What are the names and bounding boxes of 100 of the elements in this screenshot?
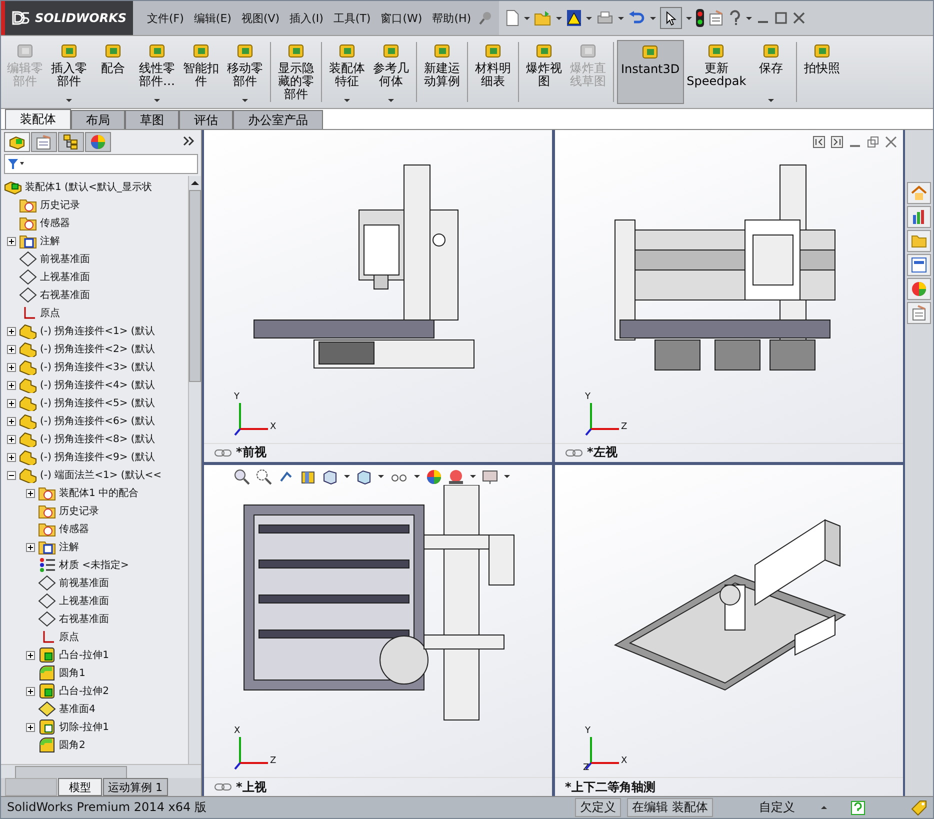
monitor-icon[interactable] — [482, 468, 498, 484]
select-button[interactable] — [660, 7, 682, 29]
command-tab[interactable]: 办公室产品 — [233, 110, 323, 129]
tree-item[interactable]: 材质 <未指定> — [59, 558, 129, 572]
tree-item[interactable]: 注解 — [59, 540, 79, 554]
menu-item[interactable]: 插入(I) — [286, 10, 328, 26]
tree-item[interactable]: 圆角1 — [59, 666, 86, 680]
command-tab[interactable]: 装配体 — [5, 109, 71, 129]
tree-item[interactable]: 上视基准面 — [40, 270, 90, 284]
tree-item[interactable]: 历史记录 — [40, 198, 80, 212]
ribbon-button[interactable]: 显示隐藏的零部件 — [274, 40, 318, 104]
dropdown-arrow-icon[interactable] — [686, 16, 692, 20]
tree-item[interactable]: (-) 拐角连接件<2> (默认 — [40, 342, 155, 356]
link-icon[interactable] — [214, 448, 232, 458]
tree-item[interactable]: 圆角2 — [59, 738, 86, 752]
filter-icon[interactable] — [7, 158, 25, 170]
tree-item[interactable]: 前视基准面 — [40, 252, 90, 266]
expand-toggle[interactable] — [7, 470, 16, 480]
scene-icon[interactable] — [448, 468, 464, 484]
ribbon-button[interactable]: 材料明细表 — [471, 40, 515, 104]
custom-properties-button[interactable] — [907, 302, 931, 324]
warning-icon[interactable] — [566, 9, 582, 27]
tree-item[interactable]: (-) 拐角连接件<5> (默认 — [40, 396, 155, 410]
ribbon-button[interactable]: 保存 — [749, 40, 794, 104]
expand-toggle[interactable] — [7, 452, 16, 462]
tag-icon[interactable] — [911, 800, 927, 816]
expand-toggle[interactable] — [7, 236, 16, 246]
help-icon[interactable] — [851, 800, 865, 814]
close-icon[interactable] — [885, 136, 897, 148]
design-library-button[interactable] — [907, 206, 931, 228]
menu-item[interactable]: 文件(F) — [143, 10, 188, 26]
dropdown-arrow-icon[interactable] — [586, 16, 592, 20]
property-manager-tab[interactable] — [31, 132, 57, 152]
dropdown-arrow-icon[interactable] — [746, 16, 752, 20]
expand-toggle[interactable] — [26, 650, 35, 660]
expand-toggle[interactable] — [26, 488, 35, 498]
tree-item[interactable]: (-) 拐角连接件<3> (默认 — [40, 360, 155, 374]
viewport-control-icon[interactable] — [831, 136, 843, 148]
vertical-scrollbar[interactable] — [188, 176, 201, 764]
configuration-manager-tab[interactable] — [58, 132, 84, 152]
tree-item[interactable]: 传感器 — [40, 216, 70, 230]
appearance-tab[interactable] — [85, 132, 111, 152]
tree-item[interactable]: 右视基准面 — [59, 612, 109, 626]
expand-toggle[interactable] — [7, 434, 16, 444]
ribbon-button[interactable]: 参考几何体 — [369, 40, 413, 104]
ribbon-button[interactable]: 爆炸视图 — [522, 40, 566, 104]
new-document-icon[interactable] — [505, 9, 520, 27]
zoom-to-fit-icon[interactable] — [234, 468, 250, 484]
tree-item[interactable]: 注解 — [40, 234, 60, 248]
tree-item[interactable]: (-) 拐角连接件<8> (默认 — [40, 432, 155, 446]
menu-item[interactable]: 视图(V) — [237, 10, 284, 26]
command-tab[interactable]: 草图 — [125, 110, 179, 129]
dropdown-arrow-icon[interactable] — [650, 16, 656, 20]
traffic-light-icon[interactable] — [696, 9, 704, 27]
tree-item[interactable]: 原点 — [59, 630, 79, 644]
units-menu[interactable]: 自定义 — [759, 799, 795, 816]
options-icon[interactable] — [708, 10, 724, 26]
ribbon-button[interactable]: 配合 — [91, 40, 135, 104]
expand-toggle[interactable] — [7, 326, 16, 336]
menu-item[interactable]: 窗口(W) — [376, 10, 426, 26]
ribbon-button[interactable]: 移动零部件 — [223, 40, 267, 104]
appearance-icon[interactable] — [426, 468, 442, 484]
pin-icon[interactable] — [477, 10, 494, 26]
ribbon-button[interactable]: 插入零部件 — [47, 40, 91, 104]
tree-item[interactable]: 右视基准面 — [40, 288, 90, 302]
bottom-tab[interactable]: 模型 — [58, 778, 102, 796]
expand-toggle[interactable] — [7, 416, 16, 426]
ribbon-button[interactable]: 更新 Speedpak — [684, 40, 750, 104]
expand-toggle[interactable] — [7, 362, 16, 372]
maximize-icon[interactable] — [774, 11, 788, 25]
expand-toggle[interactable] — [7, 344, 16, 354]
tree-item[interactable]: (-) 拐角连接件<6> (默认 — [40, 414, 155, 428]
dropdown-arrow-icon[interactable] — [618, 16, 624, 20]
home-button[interactable] — [907, 182, 931, 204]
tree-item[interactable]: 历史记录 — [59, 504, 99, 518]
view-palette-button[interactable] — [907, 254, 931, 276]
command-tab[interactable]: 评估 — [179, 110, 233, 129]
menu-item[interactable]: 工具(T) — [329, 10, 375, 26]
expand-toggle[interactable] — [26, 722, 35, 732]
expand-toggle[interactable] — [26, 686, 35, 696]
tree-item[interactable]: 前视基准面 — [59, 576, 109, 590]
horizontal-scrollbar[interactable] — [1, 764, 201, 778]
tree-item[interactable]: 凸台-拉伸1 — [59, 648, 109, 662]
link-icon[interactable] — [214, 782, 232, 792]
help-icon[interactable] — [728, 10, 742, 26]
viewport-control-icon[interactable] — [813, 136, 825, 148]
ribbon-button[interactable]: 智能扣件 — [179, 40, 223, 104]
restore-icon[interactable] — [867, 136, 879, 148]
expand-toggle[interactable] — [7, 380, 16, 390]
menu-item[interactable]: 帮助(H) — [428, 10, 476, 26]
expand-chevron-icon[interactable] — [183, 136, 195, 146]
tree-item[interactable]: (-) 端面法兰<1> (默认<< — [40, 468, 162, 482]
caret-icon[interactable] — [821, 806, 827, 809]
dropdown-arrow-icon[interactable] — [524, 16, 530, 20]
undo-icon[interactable] — [628, 10, 646, 26]
expand-toggle[interactable] — [7, 398, 16, 408]
tree-item[interactable]: 上视基准面 — [59, 594, 109, 608]
ribbon-button[interactable]: 线性零部件… — [135, 40, 179, 104]
feature-manager-tab[interactable] — [4, 132, 30, 152]
expand-toggle[interactable] — [26, 542, 35, 552]
